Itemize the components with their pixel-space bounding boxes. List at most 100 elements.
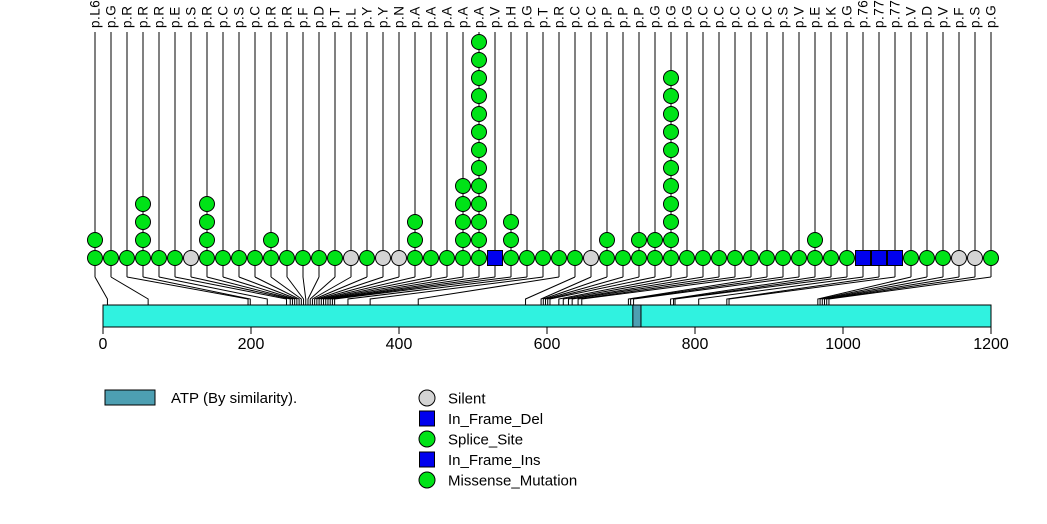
mutation-circle-missense_mutation	[200, 233, 215, 248]
mutation-circle-missense_mutation	[472, 215, 487, 230]
mutation-label: p.77	[888, 0, 903, 28]
mutation-square-in_frame_ins	[888, 251, 903, 266]
mutation-circle-missense_mutation	[152, 251, 167, 266]
mutation-label: p.K	[824, 6, 839, 28]
mutation-circle-missense_mutation	[232, 251, 247, 266]
mutation-circle-missense_mutation	[456, 197, 471, 212]
mutation-circle-missense_mutation	[632, 251, 647, 266]
mutation-circle-missense_mutation	[360, 251, 375, 266]
mutation-label: p.C	[696, 5, 711, 28]
mutation-circle-missense_mutation	[776, 251, 791, 266]
mutation-label: p.R	[120, 5, 135, 28]
mutation-circle-silent	[952, 251, 967, 266]
legend-missense-label: Missense_Mutation	[448, 473, 577, 490]
mutation-circle-missense_mutation	[88, 251, 103, 266]
mutation-circle-missense_mutation	[664, 143, 679, 158]
mutation-label: p.E	[808, 6, 823, 28]
mutation-circle-missense_mutation	[264, 251, 279, 266]
mutation-circle-missense_mutation	[408, 233, 423, 248]
mutation-label: p.S	[232, 6, 247, 28]
axis-tick-label: 1200	[973, 336, 1009, 353]
legend-in-frame-ins-icon	[420, 452, 435, 467]
lollipop-mutation-plot: p.L6p.Gp.Rp.Rp.Rp.Ep.Sp.Rp.Cp.Sp.Cp.Rp.R…	[0, 0, 1047, 524]
mutation-circle-missense_mutation	[472, 71, 487, 86]
mutation-circle-missense_mutation	[712, 251, 727, 266]
mutation-circle-missense_mutation	[88, 233, 103, 248]
mutation-label: p.P	[616, 6, 631, 28]
mutation-label: p.A	[456, 6, 471, 28]
mutation-circle-missense_mutation	[520, 251, 535, 266]
mutation-circle-missense_mutation	[472, 125, 487, 140]
mutation-circle-missense_mutation	[600, 251, 615, 266]
mutation-label: p.G	[664, 5, 679, 28]
legend: ATP (By similarity). Silent In_Frame_Del…	[105, 390, 577, 490]
mutation-circle-missense_mutation	[472, 233, 487, 248]
mutation-circle-missense_mutation	[504, 233, 519, 248]
mutation-circle-silent	[968, 251, 983, 266]
mutation-label: p.G	[648, 5, 663, 28]
mutation-circle-missense_mutation	[504, 215, 519, 230]
mutation-circle-missense_mutation	[456, 179, 471, 194]
mutation-label: p.C	[728, 5, 743, 28]
mutation-circle-missense_mutation	[936, 251, 951, 266]
mutation-circle-missense_mutation	[504, 251, 519, 266]
mutation-circle-missense_mutation	[696, 251, 711, 266]
mutation-label: p.Y	[376, 6, 391, 28]
mutation-label: p.F	[952, 7, 967, 28]
mutation-label: p.C	[248, 5, 263, 28]
mutation-label: p.D	[312, 5, 327, 28]
mutation-label: p.T	[328, 7, 343, 28]
mutation-circle-missense_mutation	[200, 251, 215, 266]
mutation-label: p.R	[136, 5, 151, 28]
mutation-circle-missense_mutation	[456, 251, 471, 266]
protein-domain-atp	[633, 305, 641, 327]
mutation-circle-missense_mutation	[216, 251, 231, 266]
mutation-circle-missense_mutation	[664, 233, 679, 248]
protein-bar	[103, 305, 991, 327]
mutation-circle-missense_mutation	[472, 161, 487, 176]
axis-tick-label: 600	[534, 336, 561, 353]
mutation-label: p.F	[296, 7, 311, 28]
mutation-circle-missense_mutation	[824, 251, 839, 266]
mutation-circle-missense_mutation	[456, 233, 471, 248]
mutation-circle-missense_mutation	[792, 251, 807, 266]
mutation-circle-missense_mutation	[424, 251, 439, 266]
stem-layer	[95, 32, 991, 277]
mutation-circle-missense_mutation	[136, 233, 151, 248]
mutation-circle-missense_mutation	[472, 89, 487, 104]
x-axis-layer: 020040060080010001200	[99, 327, 1009, 353]
mutation-circle-missense_mutation	[472, 197, 487, 212]
mutation-label: p.T	[536, 7, 551, 28]
mutation-label: p.H	[504, 5, 519, 28]
mutation-label: p.C	[584, 5, 599, 28]
mutation-circle-missense_mutation	[408, 251, 423, 266]
mutation-label: p.C	[216, 5, 231, 28]
mutation-circle-missense_mutation	[632, 233, 647, 248]
mutation-circle-missense_mutation	[264, 233, 279, 248]
mutation-label: p.A	[440, 6, 455, 28]
atp-domain-swatch	[105, 390, 155, 405]
mutation-circle-missense_mutation	[664, 107, 679, 122]
mutation-circle-silent	[344, 251, 359, 266]
mutation-circle-missense_mutation	[472, 35, 487, 50]
mutation-circle-missense_mutation	[680, 251, 695, 266]
mutation-label: p.G	[840, 5, 855, 28]
mutation-circle-silent	[392, 251, 407, 266]
mutation-label: p.Y	[360, 6, 375, 28]
mutation-circle-missense_mutation	[648, 251, 663, 266]
legend-splice-site-icon	[419, 431, 435, 447]
mutation-circle-silent	[184, 251, 199, 266]
mutation-label: p.A	[408, 6, 423, 28]
mutation-circle-missense_mutation	[136, 251, 151, 266]
mutation-circle-missense_mutation	[552, 251, 567, 266]
protein-bar-layer	[103, 305, 991, 327]
mutation-circle-missense_mutation	[664, 179, 679, 194]
mutation-circle-missense_mutation	[248, 251, 263, 266]
mutation-circle-missense_mutation	[472, 251, 487, 266]
mutation-label: p.G	[104, 5, 119, 28]
mutation-label: p.S	[968, 6, 983, 28]
mutation-label: p.N	[392, 5, 407, 28]
mutation-circle-missense_mutation	[840, 251, 855, 266]
mutation-label: p.A	[424, 6, 439, 28]
mutation-label: p.C	[744, 5, 759, 28]
